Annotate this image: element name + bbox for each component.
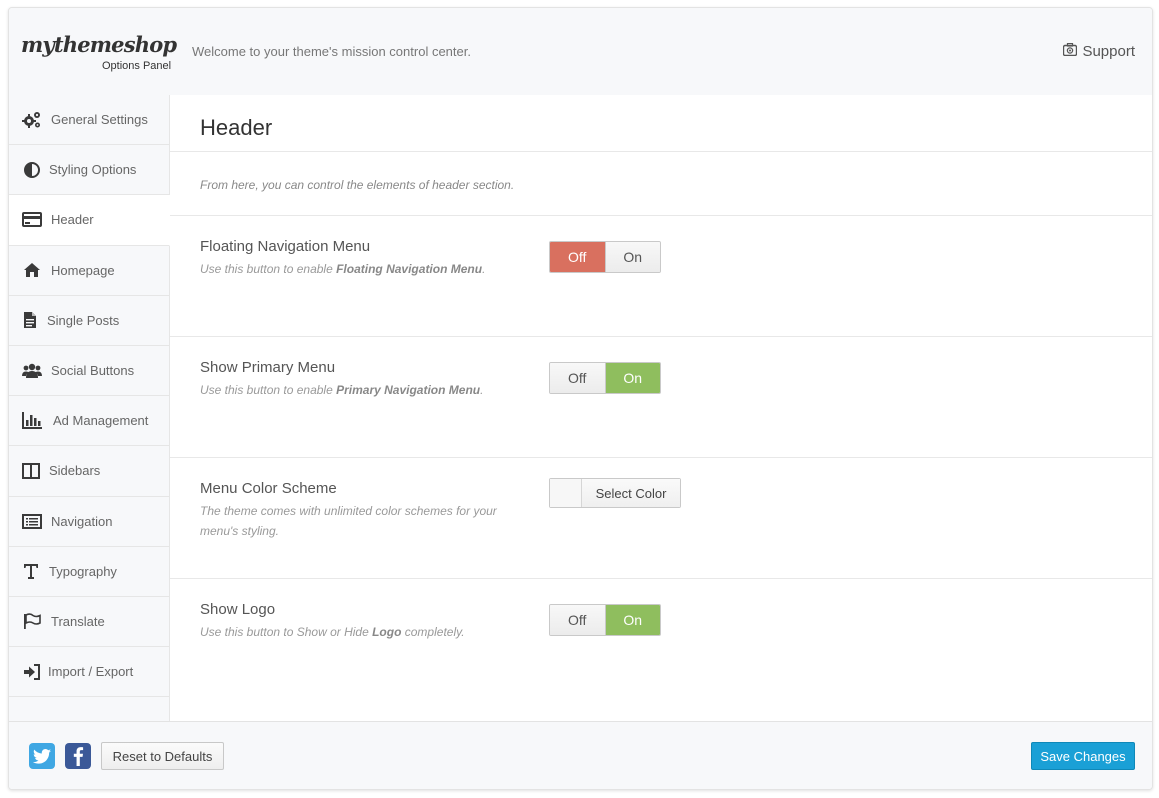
sidebar-item-label: Social Buttons bbox=[51, 363, 135, 379]
sidebar-item-typography[interactable]: Typography bbox=[9, 547, 169, 597]
option-title: Floating Navigation Menu bbox=[200, 238, 371, 255]
logo: mythemeshop Options Panel bbox=[21, 32, 177, 72]
color-swatch[interactable] bbox=[550, 479, 582, 507]
bar-chart-icon bbox=[22, 411, 42, 431]
toggle-off-button[interactable]: Off bbox=[550, 605, 605, 635]
select-color-button[interactable]: Select Color bbox=[549, 478, 681, 508]
sidebar: General Settings Styling Options Header … bbox=[9, 95, 170, 721]
show-logo-toggle[interactable]: Off On bbox=[549, 604, 661, 636]
support-link[interactable]: Support bbox=[1063, 42, 1135, 60]
sidebar-item-label: Header bbox=[51, 212, 94, 228]
option-help: Use this button to enable Primary Naviga… bbox=[200, 383, 484, 397]
logo-subtitle: Options Panel bbox=[102, 60, 172, 72]
logo-text: mythemeshop bbox=[21, 32, 177, 57]
sidebar-item-single-posts[interactable]: Single Posts bbox=[9, 296, 169, 346]
option-title: Show Logo bbox=[200, 601, 276, 618]
support-label: Support bbox=[1082, 43, 1135, 60]
home-icon bbox=[22, 260, 42, 280]
toggle-on-button[interactable]: On bbox=[604, 605, 660, 635]
primary-menu-toggle[interactable]: Off On bbox=[549, 362, 661, 394]
sidebar-item-label: Sidebars bbox=[49, 463, 101, 479]
document-icon bbox=[22, 310, 38, 330]
sidebar-item-general-settings[interactable]: General Settings bbox=[9, 95, 169, 146]
list-icon bbox=[22, 511, 42, 531]
sidebar-item-ad-management[interactable]: Ad Management bbox=[9, 396, 169, 447]
option-menu-color-scheme: Menu Color Scheme The theme comes with u… bbox=[170, 458, 1152, 579]
main-content: Header From here, you can control the el… bbox=[170, 95, 1152, 721]
page-title: Header bbox=[170, 95, 1152, 152]
reset-to-defaults-button[interactable]: Reset to Defaults bbox=[101, 742, 224, 770]
sidebar-item-label: General Settings bbox=[51, 112, 148, 128]
sidebar-item-header[interactable]: Header bbox=[9, 195, 170, 246]
sidebar-item-import-export[interactable]: Import / Export bbox=[9, 647, 169, 698]
flag-icon bbox=[22, 611, 42, 631]
option-help: Use this button to Show or Hide Logo com… bbox=[200, 625, 465, 639]
sidebar-item-label: Import / Export bbox=[48, 664, 134, 680]
option-help: Use this button to enable Floating Navig… bbox=[200, 262, 486, 276]
toggle-off-button[interactable]: Off bbox=[550, 242, 605, 272]
footer: Reset to Defaults Save Changes bbox=[9, 721, 1152, 789]
text-icon bbox=[22, 561, 40, 581]
sidebar-item-label: Homepage bbox=[51, 262, 115, 278]
sign-in-icon bbox=[23, 662, 41, 682]
contrast-icon bbox=[24, 160, 40, 180]
option-help: The theme comes with unlimited color sch… bbox=[200, 504, 497, 538]
sidebar-item-navigation[interactable]: Navigation bbox=[9, 497, 169, 547]
sidebar-item-label: Navigation bbox=[51, 513, 113, 529]
sidebar-item-label: Ad Management bbox=[53, 413, 149, 429]
option-show-primary-menu: Show Primary Menu Use this button to ena… bbox=[170, 337, 1152, 458]
select-color-label[interactable]: Select Color bbox=[582, 479, 680, 507]
credit-card-icon bbox=[22, 210, 42, 230]
sidebar-item-homepage[interactable]: Homepage bbox=[9, 246, 169, 296]
option-title: Show Primary Menu bbox=[200, 359, 336, 376]
save-changes-button[interactable]: Save Changes bbox=[1031, 742, 1135, 770]
section-description: From here, you can control the elements … bbox=[170, 152, 1152, 216]
toggle-on-button[interactable]: On bbox=[604, 363, 660, 393]
options-panel: mythemeshop Options Panel Welcome to you… bbox=[8, 7, 1153, 790]
option-title: Menu Color Scheme bbox=[200, 480, 337, 497]
facebook-icon[interactable] bbox=[65, 743, 91, 769]
sidebar-item-styling-options[interactable]: Styling Options bbox=[9, 145, 169, 196]
sidebar-item-sidebars[interactable]: Sidebars bbox=[9, 446, 169, 497]
gears-icon bbox=[22, 110, 42, 130]
sidebar-item-label: Styling Options bbox=[49, 162, 137, 178]
sidebar-item-translate[interactable]: Translate bbox=[9, 597, 169, 648]
sidebar-item-social-buttons[interactable]: Social Buttons bbox=[9, 346, 169, 397]
sidebar-item-label: Single Posts bbox=[47, 312, 120, 328]
twitter-icon[interactable] bbox=[29, 743, 55, 769]
support-icon bbox=[1063, 42, 1078, 60]
users-icon bbox=[22, 361, 42, 381]
toggle-off-button[interactable]: Off bbox=[550, 363, 605, 393]
option-floating-navigation-menu: Floating Navigation Menu Use this button… bbox=[170, 216, 1152, 337]
option-show-logo: Show Logo Use this button to Show or Hid… bbox=[170, 579, 1152, 700]
welcome-text: Welcome to your theme's mission control … bbox=[192, 44, 471, 59]
columns-icon bbox=[22, 461, 40, 481]
toggle-on-button[interactable]: On bbox=[604, 242, 660, 272]
sidebar-item-label: Translate bbox=[51, 613, 105, 629]
top-bar: mythemeshop Options Panel Welcome to you… bbox=[9, 8, 1152, 95]
sidebar-item-label: Typography bbox=[49, 563, 117, 579]
floating-navigation-toggle[interactable]: Off On bbox=[549, 241, 661, 273]
